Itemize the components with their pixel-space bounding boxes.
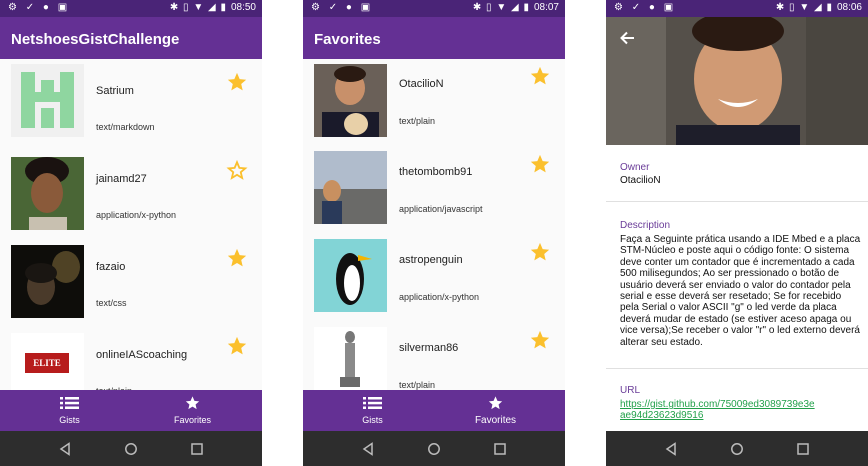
list-icon — [363, 397, 382, 409]
favorites-list: OtacilioN text/plain thetombomb91 applic… — [303, 59, 565, 390]
status-bar: ⚙ ✓ ● ▣ ✱ ▯ ▼ ◢ ▮ 08:07 — [303, 0, 565, 17]
recents-square-icon[interactable] — [493, 442, 507, 456]
avatar — [314, 239, 387, 312]
star-filled-icon[interactable] — [226, 247, 248, 269]
app-bar: Favorites — [303, 17, 565, 59]
clock: 08:50 — [230, 2, 256, 13]
owner-name: fazaio — [96, 261, 126, 273]
back-triangle-icon[interactable] — [361, 442, 375, 456]
owner-name: Satrium — [96, 85, 134, 97]
list-item[interactable]: OtacilioN text/plain — [303, 59, 565, 143]
nav-favorites-label: Favorites — [173, 415, 211, 425]
avatar — [314, 327, 387, 390]
file-type: text/plain — [399, 380, 436, 390]
system-navigation-bar — [606, 431, 868, 466]
owner-name: thetombomb91 — [399, 166, 473, 178]
clock: 08:07 — [533, 2, 559, 13]
avatar — [11, 64, 84, 137]
app-title: NetshoesGistChallenge — [11, 31, 180, 48]
description-value: Faça a Seguinte prática usando a IDE Mbe… — [620, 234, 861, 348]
url-link[interactable]: https://gist.github.com/75009ed3089739e3… — [620, 399, 820, 422]
recents-square-icon[interactable] — [796, 442, 810, 456]
star-filled-icon[interactable] — [529, 153, 551, 175]
recents-square-icon[interactable] — [190, 442, 204, 456]
nav-favorites-label: Favorites — [474, 415, 517, 426]
home-circle-icon[interactable] — [730, 442, 744, 456]
system-navigation-bar — [303, 431, 565, 466]
list-item[interactable]: astropenguin application/x-python — [303, 235, 565, 319]
url-label: URL — [620, 385, 641, 396]
gists-screen: ⚙ ✓ ● ▣ ✱ ▯ ▼ ◢ ▮ 08:50 NetshoesGistChall… — [0, 0, 262, 466]
nav-gists-label: Gists — [362, 415, 383, 425]
nav-gists[interactable]: Gists — [307, 390, 438, 431]
star-filled-icon[interactable] — [529, 329, 551, 351]
home-circle-icon[interactable] — [427, 442, 441, 456]
owner-name: jainamd27 — [96, 173, 147, 185]
file-type: application/javascript — [399, 204, 483, 214]
file-type: text/plain — [399, 116, 436, 126]
elite-ias-logo: ELITE IAS — [25, 353, 69, 388]
divider — [606, 368, 868, 369]
list-item[interactable]: fazaio text/css — [0, 235, 262, 319]
owner-photo — [606, 17, 868, 145]
list-item[interactable]: jainamd27 application/x-python — [0, 147, 262, 231]
app-title: Favorites — [314, 31, 381, 48]
avatar — [314, 151, 387, 224]
detail-screen: ⚙ ✓ ● ▣ ✱ ▯ ▼ ◢ ▮ 08:06 Owner OtacilioN D… — [606, 0, 868, 466]
star-outline-icon[interactable] — [226, 159, 248, 181]
avatar: ELITE IAS — [11, 333, 84, 390]
description-label: Description — [620, 220, 671, 231]
nav-favorites[interactable]: Favorites — [127, 390, 258, 431]
system-navigation-bar — [0, 431, 262, 466]
avatar — [11, 245, 84, 318]
bottom-navigation: Gists Favorites — [303, 390, 565, 431]
status-icons: ⚙ ✓ ● ▣ — [614, 2, 677, 13]
status-icons: ⚙ ✓ ● ▣ — [311, 2, 374, 13]
back-triangle-icon[interactable] — [664, 442, 678, 456]
owner-name: silverman86 — [399, 342, 459, 354]
avatar — [11, 157, 84, 230]
star-icon — [488, 396, 503, 410]
status-bar: ⚙ ✓ ● ▣ ✱ ▯ ▼ ◢ ▮ 08:06 — [606, 0, 868, 17]
file-type: text/markdown — [96, 122, 155, 132]
list-item[interactable]: ELITE IAS onlineIAScoaching text/plain — [0, 323, 262, 390]
list-item[interactable]: silverman86 text/plain — [303, 323, 565, 390]
file-type: application/x-python — [96, 210, 177, 220]
owner-label: Owner — [620, 162, 650, 173]
owner-name: OtacilioN — [399, 78, 444, 90]
app-bar: NetshoesGistChallenge — [0, 17, 262, 59]
nav-favorites[interactable]: Favorites — [430, 390, 561, 431]
bottom-navigation: Gists Favorites — [0, 390, 262, 431]
home-circle-icon[interactable] — [124, 442, 138, 456]
favorites-screen: ⚙ ✓ ● ▣ ✱ ▯ ▼ ◢ ▮ 08:07 Favorites Otacili… — [303, 0, 565, 466]
status-right: ✱ ▯ ▼ ◢ ▮ 08:07 — [472, 2, 559, 13]
owner-value: OtacilioN — [620, 175, 661, 186]
star-filled-icon[interactable] — [226, 71, 248, 93]
file-type: application/x-python — [399, 292, 480, 302]
star-filled-icon[interactable] — [226, 335, 248, 357]
nav-gists-label: Gists — [59, 415, 80, 425]
divider — [606, 201, 868, 202]
avatar — [314, 64, 387, 137]
gist-list: Satrium text/markdown jainamd27 applicat… — [0, 59, 262, 390]
owner-name: astropenguin — [399, 254, 463, 266]
star-filled-icon[interactable] — [529, 241, 551, 263]
star-icon — [185, 396, 200, 410]
nav-gists[interactable]: Gists — [4, 390, 135, 431]
list-item[interactable]: thetombomb91 application/javascript — [303, 147, 565, 231]
status-icons: ⚙ ✓ ● ▣ — [8, 2, 71, 13]
status-bar: ⚙ ✓ ● ▣ ✱ ▯ ▼ ◢ ▮ 08:50 — [0, 0, 262, 17]
status-right: ✱ ▯ ▼ ◢ ▮ 08:50 — [169, 2, 256, 13]
back-triangle-icon[interactable] — [58, 442, 72, 456]
clock: 08:06 — [836, 2, 862, 13]
file-type: text/css — [96, 298, 127, 308]
status-right: ✱ ▯ ▼ ◢ ▮ 08:06 — [775, 2, 862, 13]
back-arrow-icon[interactable] — [619, 31, 635, 45]
owner-name: onlineIAScoaching — [96, 349, 188, 361]
star-filled-icon[interactable] — [529, 65, 551, 87]
list-icon — [60, 397, 79, 409]
list-item[interactable]: Satrium text/markdown — [0, 59, 262, 143]
